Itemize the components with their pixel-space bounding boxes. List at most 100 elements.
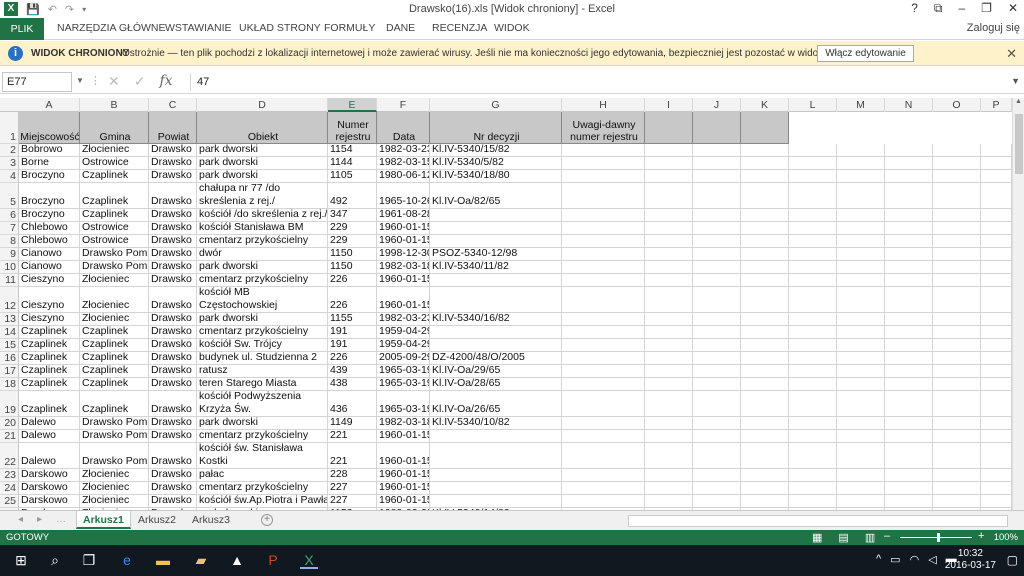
table-cell[interactable]: 226 (328, 287, 377, 313)
empty-cell[interactable] (562, 326, 645, 339)
table-cell[interactable]: park dworski (197, 144, 328, 157)
empty-cell[interactable] (562, 222, 645, 235)
empty-cell[interactable] (981, 287, 1012, 313)
table-cell[interactable]: Ostrowice (80, 157, 149, 170)
table-cell[interactable]: 1150 (328, 261, 377, 274)
empty-cell[interactable] (933, 469, 981, 482)
empty-cell[interactable] (645, 209, 693, 222)
empty-cell[interactable] (741, 495, 789, 508)
empty-cell[interactable] (933, 222, 981, 235)
table-cell[interactable] (430, 287, 562, 313)
empty-cell[interactable] (789, 274, 837, 287)
empty-cell[interactable] (885, 235, 933, 248)
volume-icon[interactable]: ◁ (928, 553, 936, 566)
empty-cell[interactable] (789, 391, 837, 417)
table-cell[interactable]: 1960-01-15 (377, 495, 430, 508)
table-cell[interactable]: Drawsko (149, 183, 197, 209)
empty-cell[interactable] (789, 417, 837, 430)
column-header-m[interactable]: M (837, 98, 885, 112)
empty-cell[interactable] (885, 274, 933, 287)
empty-cell[interactable] (837, 144, 885, 157)
empty-cell[interactable] (981, 183, 1012, 209)
row-header[interactable]: 20 (0, 417, 19, 430)
empty-cell[interactable] (741, 326, 789, 339)
notifications-icon[interactable]: ▢ (1007, 553, 1018, 567)
table-cell[interactable] (430, 495, 562, 508)
table-cell[interactable]: Drawsko (149, 443, 197, 469)
empty-cell[interactable] (933, 391, 981, 417)
empty-cell[interactable] (837, 469, 885, 482)
table-cell[interactable]: Drawsko (149, 326, 197, 339)
table-cell[interactable]: kościół Stanisława BM (197, 222, 328, 235)
zoom-knob[interactable] (937, 533, 940, 542)
table-cell[interactable]: cmentarz przykościelny (197, 482, 328, 495)
row-header[interactable]: 6 (0, 209, 19, 222)
excel-taskbar-icon[interactable]: X (300, 552, 318, 569)
sheet-tab-arkusz3[interactable]: Arkusz3 (186, 511, 236, 529)
table-cell[interactable] (430, 222, 562, 235)
empty-cell[interactable] (789, 365, 837, 378)
empty-cell[interactable] (645, 326, 693, 339)
table-cell[interactable] (430, 430, 562, 443)
empty-cell[interactable] (562, 287, 645, 313)
table-cell[interactable]: Czaplinek (19, 391, 80, 417)
tab-insert[interactable]: WSTAWIANIE (165, 22, 232, 34)
empty-cell[interactable] (837, 417, 885, 430)
empty-cell[interactable] (981, 417, 1012, 430)
tab-formulas[interactable]: FORMUŁY (324, 22, 375, 34)
empty-cell[interactable] (837, 352, 885, 365)
powerpoint-icon[interactable]: P (264, 552, 282, 569)
table-cell[interactable]: chałupa nr 77 /do skreślenia z rej./ (197, 183, 328, 209)
empty-cell[interactable] (693, 365, 741, 378)
table-cell[interactable]: 1105 (328, 170, 377, 183)
ribbon-display-icon[interactable]: ⧉ (934, 1, 943, 16)
empty-cell[interactable] (933, 313, 981, 326)
header-cell-f[interactable]: Data (377, 112, 430, 144)
empty-cell[interactable] (837, 157, 885, 170)
empty-cell[interactable] (741, 443, 789, 469)
table-cell[interactable]: DZ-4200/48/O/2005 (430, 352, 562, 365)
table-cell[interactable]: Czaplinek (80, 326, 149, 339)
table-cell[interactable]: Czaplinek (80, 339, 149, 352)
empty-cell[interactable] (693, 326, 741, 339)
empty-cell[interactable] (741, 183, 789, 209)
table-cell[interactable]: 1960-01-15 (377, 287, 430, 313)
empty-cell[interactable] (741, 365, 789, 378)
empty-cell[interactable] (981, 170, 1012, 183)
empty-cell[interactable] (933, 378, 981, 391)
table-cell[interactable]: Cianowo (19, 248, 80, 261)
empty-cell[interactable] (885, 495, 933, 508)
cancel-icon[interactable]: ✕ (108, 73, 120, 90)
table-cell[interactable]: Drawsko (149, 378, 197, 391)
empty-cell[interactable] (933, 157, 981, 170)
minimize-button[interactable]: – (958, 1, 965, 16)
empty-cell[interactable] (789, 443, 837, 469)
table-cell[interactable]: kościół św.Ap.Piotra i Pawła (197, 495, 328, 508)
empty-cell[interactable] (741, 482, 789, 495)
table-cell[interactable]: Czaplinek (80, 183, 149, 209)
table-cell[interactable]: Czaplinek (80, 352, 149, 365)
folder-icon[interactable]: ▰ (192, 552, 210, 569)
table-cell[interactable]: 1154 (328, 144, 377, 157)
empty-cell[interactable] (645, 378, 693, 391)
enter-icon[interactable]: ✓ (134, 73, 146, 90)
empty-cell[interactable] (933, 482, 981, 495)
header-cell-d[interactable]: Obiekt (197, 112, 328, 144)
column-header-j[interactable]: J (693, 98, 741, 112)
header-cell-c[interactable]: Powiat (149, 112, 197, 144)
empty-cell[interactable] (933, 274, 981, 287)
table-cell[interactable]: Drawsko Pom. (80, 430, 149, 443)
empty-cell[interactable] (981, 274, 1012, 287)
horizontal-scrollbar[interactable] (628, 515, 1008, 527)
empty-cell[interactable] (885, 157, 933, 170)
empty-cell[interactable] (741, 417, 789, 430)
table-cell[interactable]: Kl.IV-5340/10/82 (430, 417, 562, 430)
table-cell[interactable]: 1960-01-15 (377, 222, 430, 235)
row-header[interactable]: 24 (0, 482, 19, 495)
table-cell[interactable]: Drawsko (149, 261, 197, 274)
scroll-up-icon[interactable]: ▲ (1013, 98, 1024, 105)
empty-cell[interactable] (562, 365, 645, 378)
table-cell[interactable]: Drawsko (149, 157, 197, 170)
chevron-up-icon[interactable]: ^ (876, 553, 881, 566)
row-header[interactable]: 8 (0, 235, 19, 248)
